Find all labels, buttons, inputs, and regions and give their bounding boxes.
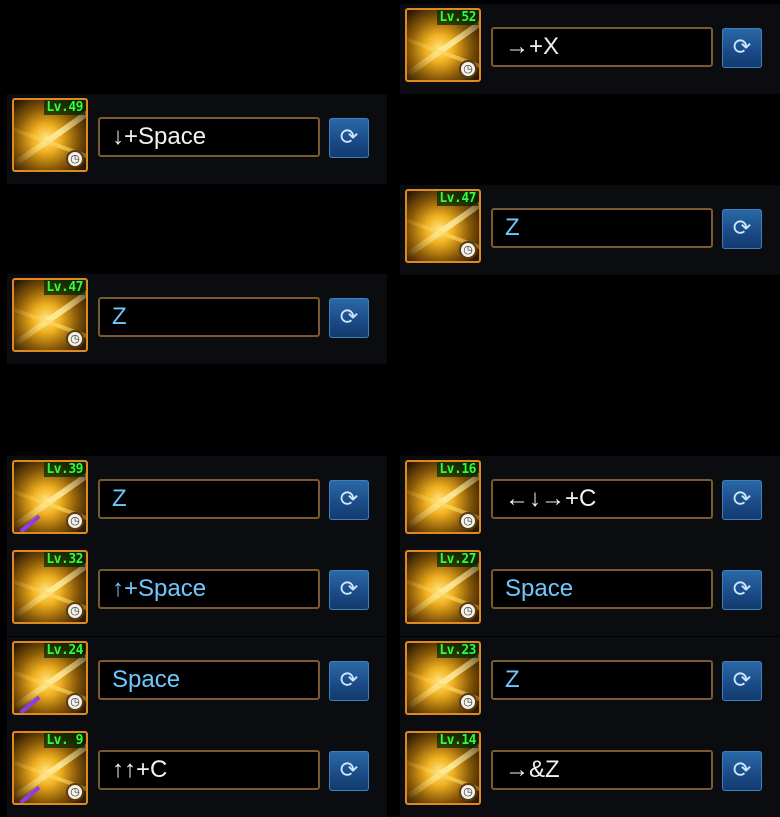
- refresh-icon[interactable]: ⟳: [722, 480, 762, 520]
- clock-icon: ◷: [66, 330, 84, 348]
- refresh-icon[interactable]: ⟳: [329, 118, 369, 158]
- skill-row: Lv.24 ◷ Space ⟳: [7, 637, 387, 727]
- refresh-icon[interactable]: ⟳: [329, 751, 369, 791]
- key-binding-field[interactable]: Z: [98, 479, 320, 519]
- skill-level: Lv.47: [44, 280, 85, 295]
- refresh-icon[interactable]: ⟳: [329, 661, 369, 701]
- clock-icon: ◷: [459, 602, 477, 620]
- skill-icon[interactable]: Lv.14 ◷: [405, 731, 481, 805]
- skill-icon[interactable]: Lv.47 ◷: [405, 189, 481, 263]
- clock-icon: ◷: [459, 241, 477, 259]
- skill-icon[interactable]: Lv.47 ◷: [12, 278, 88, 352]
- skill-row: Lv.47 ◷ Z ⟳: [7, 274, 387, 364]
- refresh-icon[interactable]: ⟳: [329, 298, 369, 338]
- skill-icon[interactable]: Lv.52 ◷: [405, 8, 481, 82]
- clock-icon: ◷: [459, 783, 477, 801]
- refresh-icon[interactable]: ⟳: [722, 28, 762, 68]
- skill-level: Lv.32: [44, 552, 85, 567]
- skill-row: Lv.47 ◷ Z ⟳: [400, 185, 780, 275]
- key-binding-field[interactable]: Z: [491, 660, 713, 700]
- key-binding-field[interactable]: Space: [491, 569, 713, 609]
- skill-icon[interactable]: Lv.49 ◷: [12, 98, 88, 172]
- key-binding-field[interactable]: Z: [491, 208, 713, 248]
- key-binding-field[interactable]: ↓+Space: [98, 117, 320, 157]
- refresh-icon[interactable]: ⟳: [722, 661, 762, 701]
- skill-row: Lv.49 ◷ ↓+Space ⟳: [7, 94, 387, 184]
- refresh-icon[interactable]: ⟳: [722, 570, 762, 610]
- skill-row: Lv.14 ◷ →&Z ⟳: [400, 727, 780, 817]
- clock-icon: ◷: [66, 602, 84, 620]
- key-binding-field[interactable]: ↑+Space: [98, 569, 320, 609]
- skill-row: Lv.16 ◷ ←↓→+C ⟳: [400, 456, 780, 546]
- skill-level: Lv.52: [437, 10, 478, 25]
- key-binding-field[interactable]: ←↓→+C: [491, 479, 713, 519]
- clock-icon: ◷: [66, 783, 84, 801]
- skill-icon[interactable]: Lv.32 ◷: [12, 550, 88, 624]
- skill-row: Lv.23 ◷ Z ⟳: [400, 637, 780, 727]
- key-binding-field[interactable]: →+X: [491, 27, 713, 67]
- clock-icon: ◷: [459, 693, 477, 711]
- skill-row: Lv.52 ◷ →+X ⟳: [400, 4, 780, 94]
- key-binding-field[interactable]: Space: [98, 660, 320, 700]
- refresh-icon[interactable]: ⟳: [722, 751, 762, 791]
- key-binding-field[interactable]: Z: [98, 297, 320, 337]
- skill-level: Lv.16: [437, 462, 478, 477]
- skill-level: Lv.24: [44, 643, 85, 658]
- skill-level: Lv.27: [437, 552, 478, 567]
- skill-icon[interactable]: Lv.39 ◷: [12, 460, 88, 534]
- refresh-icon[interactable]: ⟳: [329, 570, 369, 610]
- skill-row: Lv.32 ◷ ↑+Space ⟳: [7, 546, 387, 636]
- skill-row: Lv.39 ◷ Z ⟳: [7, 456, 387, 546]
- skill-level: Lv.14: [437, 733, 478, 748]
- key-binding-field[interactable]: →&Z: [491, 750, 713, 790]
- clock-icon: ◷: [66, 150, 84, 168]
- skill-icon[interactable]: Lv.27 ◷: [405, 550, 481, 624]
- skill-row: Lv. 9 ◷ ↑↑+C ⟳: [7, 727, 387, 817]
- clock-icon: ◷: [459, 60, 477, 78]
- refresh-icon[interactable]: ⟳: [722, 209, 762, 249]
- skill-level: Lv.47: [437, 191, 478, 206]
- key-binding-field[interactable]: ↑↑+C: [98, 750, 320, 790]
- skill-row: Lv.27 ◷ Space ⟳: [400, 546, 780, 636]
- skill-level: Lv. 9: [44, 733, 85, 748]
- skill-level: Lv.23: [437, 643, 478, 658]
- skill-level: Lv.49: [44, 100, 85, 115]
- refresh-icon[interactable]: ⟳: [329, 480, 369, 520]
- skill-icon[interactable]: Lv.16 ◷: [405, 460, 481, 534]
- skill-icon[interactable]: Lv. 9 ◷: [12, 731, 88, 805]
- skill-level: Lv.39: [44, 462, 85, 477]
- clock-icon: ◷: [459, 512, 477, 530]
- clock-icon: ◷: [66, 693, 84, 711]
- clock-icon: ◷: [66, 512, 84, 530]
- skill-icon[interactable]: Lv.24 ◷: [12, 641, 88, 715]
- skill-icon[interactable]: Lv.23 ◷: [405, 641, 481, 715]
